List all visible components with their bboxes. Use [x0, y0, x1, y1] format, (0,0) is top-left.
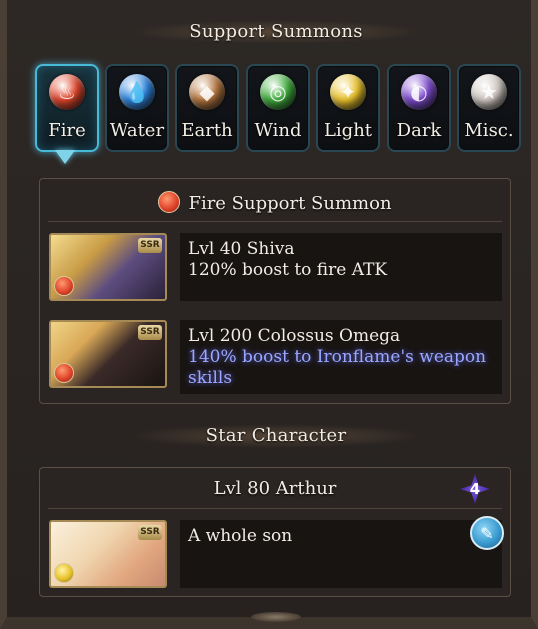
fire-icon [54, 363, 74, 383]
tab-misc[interactable]: ★ Misc. [457, 64, 521, 152]
summon-info[interactable]: Lvl 40 Shiva 120% boost to fire ATK [180, 233, 502, 301]
support-panel: Support Summons ♨ Fire 💧 Water ◆ Earth ◎… [0, 0, 538, 629]
summon-name: Lvl 40 Shiva [188, 239, 295, 259]
rarity-badge: SSR [138, 238, 162, 253]
rarity-badge: SSR [138, 325, 162, 340]
dark-icon: ◐ [401, 74, 437, 110]
element-tabs: ♨ Fire 💧 Water ◆ Earth ◎ Wind ✦ Light ◐ … [35, 64, 521, 154]
fire-box-title: Fire Support Summon [188, 193, 392, 214]
star-character-box: Lvl 80 Arthur 4 SSR A whole son ✎ [39, 467, 511, 597]
fire-icon: ♨ [49, 74, 85, 110]
tab-earth[interactable]: ◆ Earth [175, 64, 239, 152]
star-icon: ★ [471, 74, 507, 110]
light-icon [54, 563, 74, 583]
character-comment: A whole son [188, 526, 293, 546]
summon-name: Lvl 200 Colossus Omega [188, 326, 401, 346]
wind-icon: ◎ [260, 74, 296, 110]
summon-art-shiva[interactable]: SSR [49, 233, 167, 301]
divider [48, 508, 502, 509]
fire-icon [54, 276, 74, 296]
tab-label: Misc. [464, 120, 514, 141]
tab-label: Fire [48, 120, 86, 141]
star-character-title: Star Character [205, 425, 347, 446]
tab-label: Wind [254, 120, 302, 141]
tab-wind[interactable]: ◎ Wind [246, 64, 310, 152]
tab-label: Water [109, 120, 165, 141]
fire-box-header: Fire Support Summon [40, 191, 510, 214]
earth-icon: ◆ [189, 74, 225, 110]
star-character-name: Lvl 80 Arthur [213, 478, 337, 499]
fire-support-box: Fire Support Summon SSR Lvl 40 Shiva 120… [39, 178, 511, 404]
tab-label: Dark [396, 120, 442, 141]
summon-effect: 140% boost to Ironflame's weapon skills [188, 347, 487, 388]
light-icon: ✦ [330, 74, 366, 110]
selected-tab-pointer [55, 150, 75, 164]
tab-label: Light [323, 120, 373, 141]
support-summons-title: Support Summons [189, 21, 363, 42]
bottom-ornament [251, 612, 301, 622]
summon-art-colossus[interactable]: SSR [49, 320, 167, 388]
tab-water[interactable]: 💧 Water [105, 64, 169, 152]
character-comment-box: A whole son [180, 520, 502, 588]
tab-fire[interactable]: ♨ Fire [35, 64, 99, 152]
summon-effect: 120% boost to fire ATK [188, 260, 388, 280]
tab-dark[interactable]: ◐ Dark [387, 64, 451, 152]
tab-label: Earth [181, 120, 233, 141]
character-art-arthur[interactable]: SSR [49, 520, 167, 588]
pencil-icon[interactable]: ✎ [470, 516, 504, 550]
divider [48, 221, 502, 222]
summon-info[interactable]: Lvl 200 Colossus Omega 140% boost to Iro… [180, 320, 502, 394]
water-icon: 💧 [119, 74, 155, 110]
tab-light[interactable]: ✦ Light [316, 64, 380, 152]
rarity-badge: SSR [138, 525, 162, 540]
fire-icon [158, 191, 181, 213]
